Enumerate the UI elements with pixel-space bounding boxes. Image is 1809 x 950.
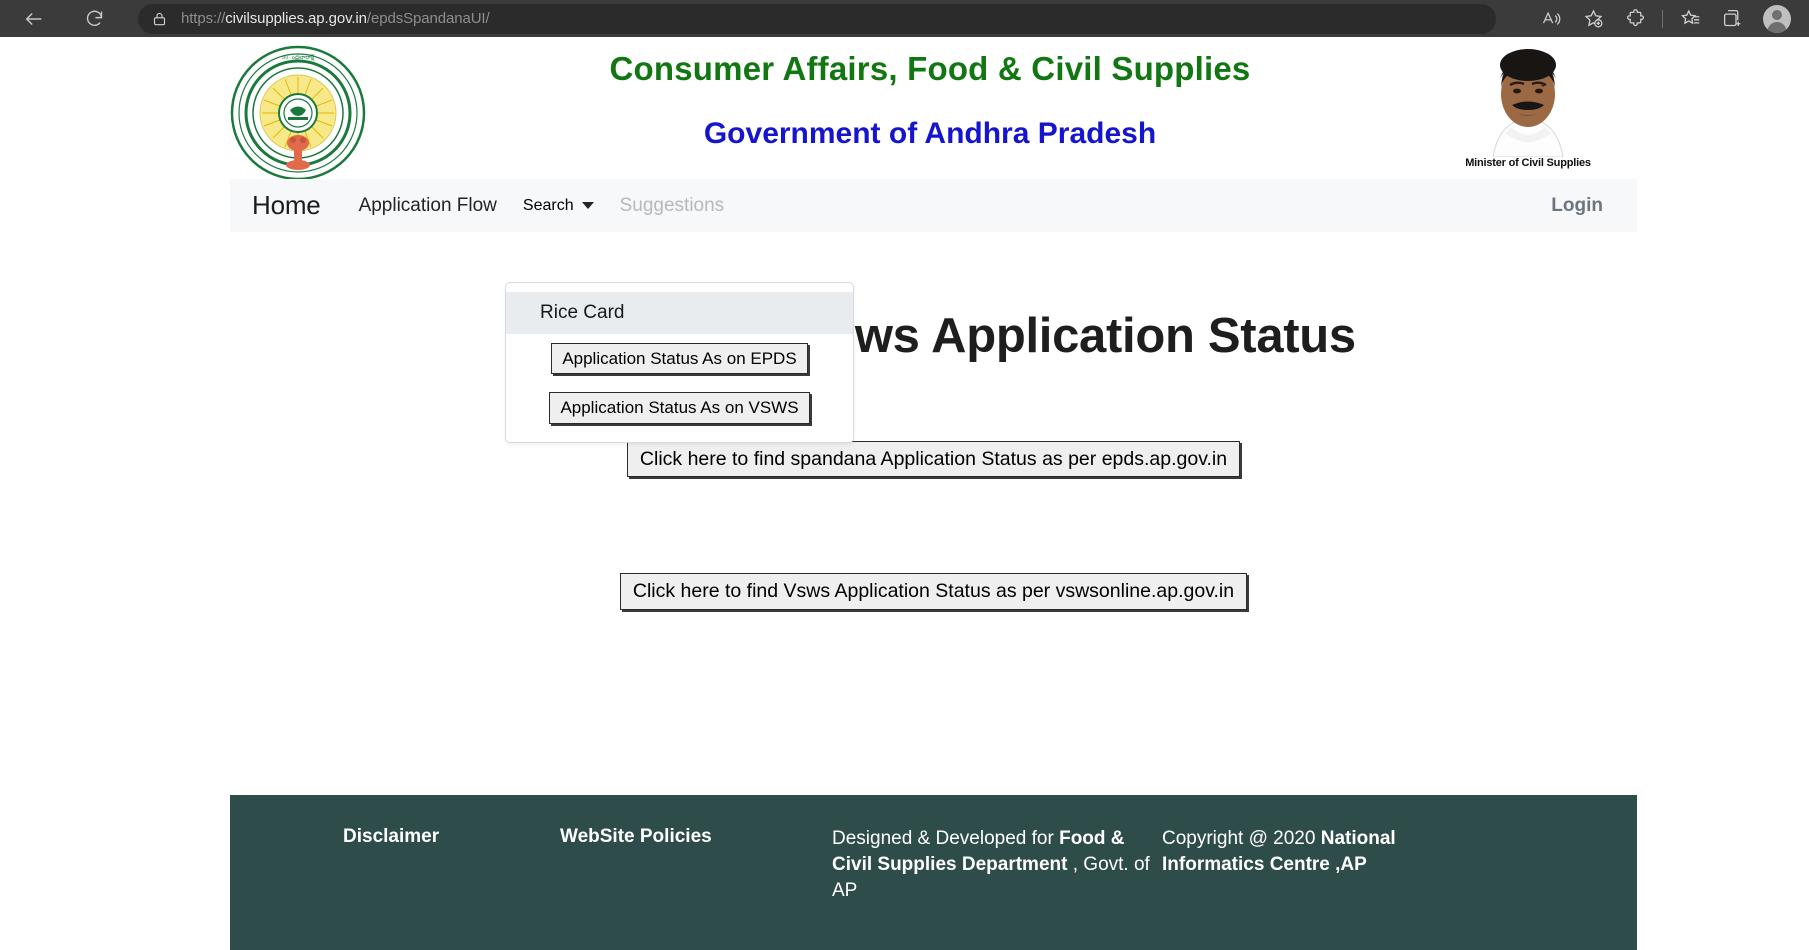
lock-icon: [152, 11, 167, 27]
favorites-button[interactable]: [1669, 4, 1711, 34]
main-content: Welcome to Vsws Application Status Click…: [230, 308, 1637, 795]
footer-credit-prefix: Designed & Developed for: [832, 828, 1059, 849]
footer-copyright-prefix: Copyright @ 2020: [1162, 828, 1321, 849]
vsws-button-row: Click here to find Vsws Application Stat…: [230, 573, 1637, 609]
sidebar-item-home[interactable]: Home: [252, 190, 321, 221]
chevron-down-icon: [582, 202, 594, 209]
footer-policies-column: WebSite Policies: [560, 826, 832, 950]
epds-button-row: Click here to find spandana Application …: [230, 441, 1637, 477]
page-body: ஸంధ్రలారాక్ష్ Consumer Affairs, Food & C…: [0, 37, 1809, 899]
extensions-puzzle-icon: [1625, 8, 1646, 29]
reload-icon: [84, 8, 105, 29]
minister-caption: Minister of Civil Supplies: [1459, 157, 1597, 169]
browser-toolbar: https://civilsupplies.ap.gov.in/epdsSpan…: [0, 0, 1809, 37]
nav-item-suggestions[interactable]: Suggestions: [620, 195, 725, 217]
site-footer: Disclaimer WebSite Policies Designed & D…: [230, 795, 1637, 950]
profile-avatar[interactable]: [1763, 5, 1791, 33]
footer-website-policies-link[interactable]: WebSite Policies: [560, 826, 822, 848]
search-dropdown-menu: Rice Card Application Status As on EPDS …: [505, 282, 854, 443]
login-link[interactable]: Login: [1551, 195, 1603, 217]
page-title: Welcome to Vsws Application Status: [230, 308, 1637, 364]
dropdown-item-application-status-vsws[interactable]: Application Status As on VSWS: [549, 392, 809, 423]
address-bar[interactable]: https://civilsupplies.ap.gov.in/epdsSpan…: [138, 4, 1496, 34]
back-arrow-icon: [23, 8, 45, 30]
extensions-button[interactable]: [1614, 4, 1656, 34]
url-text: https://civilsupplies.ap.gov.in/epdsSpan…: [181, 10, 490, 27]
toolbar-divider: [1662, 10, 1663, 28]
back-button[interactable]: [14, 4, 54, 34]
site-header: ஸంధ్రలారాక్ష్ Consumer Affairs, Food & C…: [230, 37, 1637, 179]
nav-search-label: Search: [523, 197, 574, 215]
add-favorite-star-icon: [1583, 8, 1604, 29]
browser-actions: [1530, 0, 1809, 37]
collections-button[interactable]: [1711, 4, 1753, 34]
header-titles: Consumer Affairs, Food & Civil Supplies …: [430, 37, 1430, 151]
read-aloud-button[interactable]: [1530, 4, 1572, 34]
reload-button[interactable]: [74, 4, 114, 34]
footer-disclaimer-link[interactable]: Disclaimer: [343, 826, 550, 848]
favorites-list-icon: [1680, 8, 1701, 29]
footer-credit-text: Designed & Developed for Food & Civil Su…: [832, 826, 1152, 905]
navbar: Home Application Flow Search Suggestions…: [230, 179, 1637, 232]
site-subtitle: Government of Andhra Pradesh: [430, 117, 1430, 151]
nav-item-search[interactable]: Search: [523, 197, 594, 215]
svg-text:ஸంధ్రలారాక్ష్: ஸంధ్రలారాక్ష్: [282, 53, 315, 61]
dropdown-row-vsws: Application Status As on VSWS: [506, 383, 853, 432]
dropdown-item-application-status-epds[interactable]: Application Status As on EPDS: [551, 343, 807, 374]
read-aloud-icon: [1541, 9, 1561, 29]
site-title: Consumer Affairs, Food & Civil Supplies: [430, 50, 1430, 88]
epds-status-button[interactable]: Click here to find spandana Application …: [627, 441, 1240, 477]
minister-photo: [1459, 41, 1597, 157]
minister-block: Minister of Civil Supplies: [1459, 41, 1597, 169]
footer-credits-column: Designed & Developed for Food & Civil Su…: [832, 826, 1162, 950]
nav-item-application-flow[interactable]: Application Flow: [359, 195, 497, 217]
content-container: ஸంధ్రలారాక్ష్ Consumer Affairs, Food & C…: [230, 37, 1637, 950]
dropdown-row-epds: Application Status As on EPDS: [506, 334, 853, 383]
add-favorite-button[interactable]: [1572, 4, 1614, 34]
footer-copyright-column: Copyright @ 2020 National Informatics Ce…: [1162, 826, 1512, 950]
collections-add-icon: [1722, 8, 1743, 29]
dropdown-item-rice-card[interactable]: Rice Card: [506, 292, 853, 334]
footer-copyright-text: Copyright @ 2020 National Informatics Ce…: [1162, 826, 1502, 878]
andhra-pradesh-government-emblem-icon: ஸంధ్రలారాక్ష్: [230, 45, 366, 181]
footer-disclaimer-column: Disclaimer: [230, 826, 560, 950]
vsws-status-button[interactable]: Click here to find Vsws Application Stat…: [620, 573, 1247, 609]
